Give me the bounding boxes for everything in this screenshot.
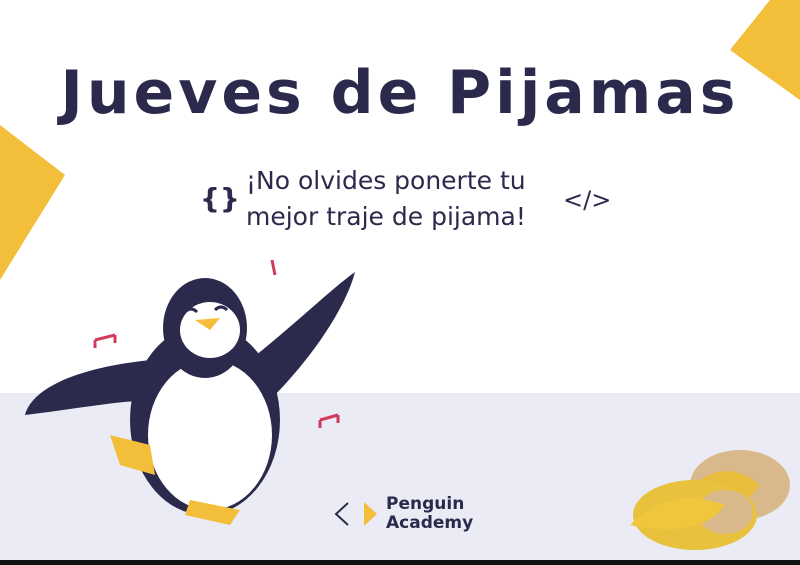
dancing-penguin-illustration [25,259,355,525]
braces-icon: {} [200,182,240,215]
bottom-border [0,560,800,565]
subtitle: ¡No olvides ponerte tu mejor traje de pi… [246,163,566,235]
play-triangle-icon [364,502,377,526]
code-tag-icon: </> [563,186,612,214]
penguin-academy-logo: Penguin Academy [332,495,473,533]
logo-line-2: Academy [386,513,474,533]
slippers-illustration [630,450,790,550]
chevron-left-icon [334,502,349,526]
subtitle-line-2: mejor traje de pijama! [246,202,526,231]
logo-line-1: Penguin [386,494,465,514]
page-title: Jueves de Pijamas [60,58,740,128]
subtitle-line-1: ¡No olvides ponerte tu [246,166,526,195]
